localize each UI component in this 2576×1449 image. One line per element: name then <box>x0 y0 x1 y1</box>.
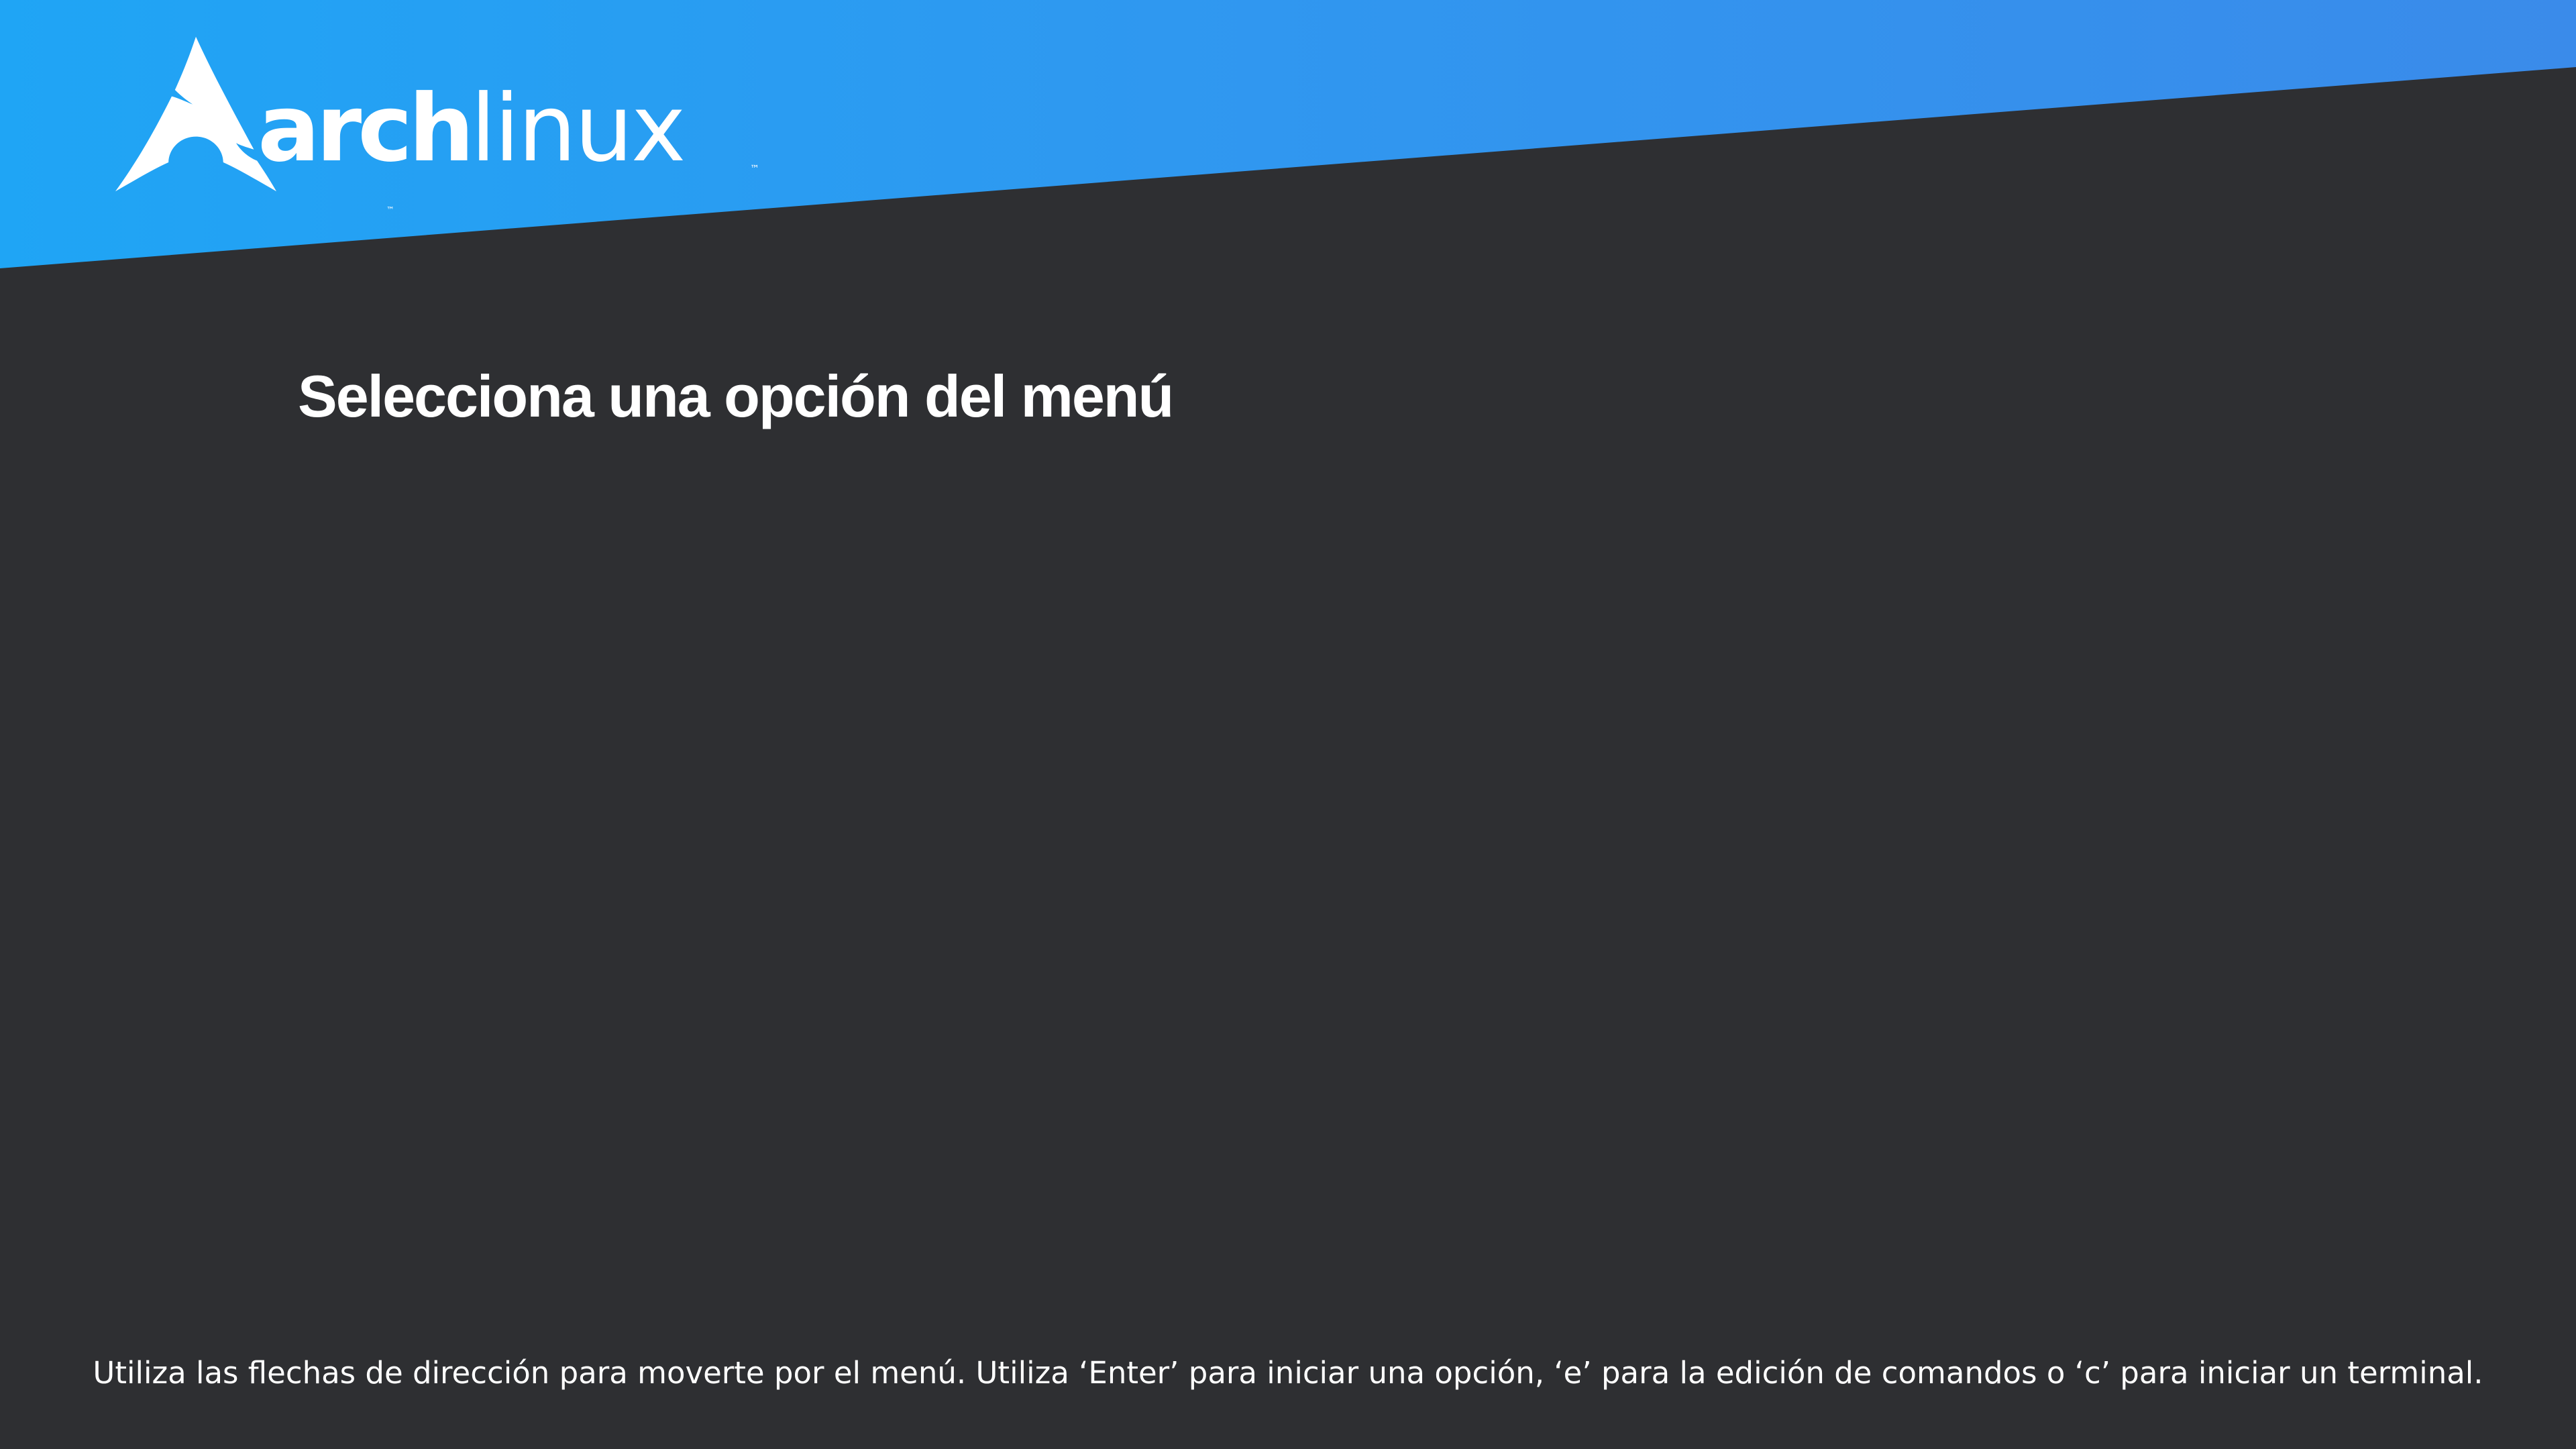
arch-linux-logo-icon <box>115 36 276 192</box>
trademark-symbol: ™ <box>750 164 759 174</box>
arch-linux-logo: archlinux ™ ™ <box>115 34 759 215</box>
help-instructions: Utiliza las flechas de dirección para mo… <box>93 1355 2483 1391</box>
wordmark-arch: arch <box>258 74 474 182</box>
trademark-symbol-icon: ™ <box>386 205 394 215</box>
arch-linux-wordmark: archlinux <box>258 62 686 196</box>
boot-menu-list[interactable] <box>298 470 2278 1275</box>
wordmark-linux: linux <box>470 74 686 182</box>
boot-menu-screen: archlinux ™ ™ Selecciona una opción del … <box>0 0 2576 1449</box>
menu-title: Selecciona una opción del menú <box>298 363 1174 429</box>
